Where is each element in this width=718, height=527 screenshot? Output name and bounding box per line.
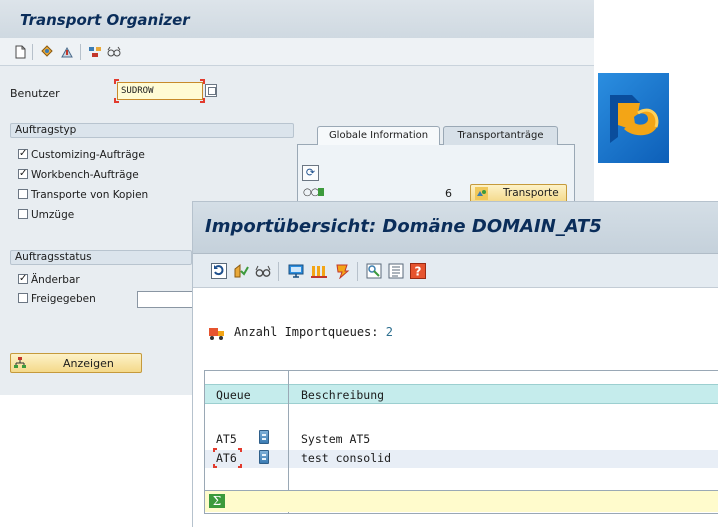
queue-cell[interactable]: AT6 (216, 451, 237, 465)
checkbox-label: Transporte von Kopien (31, 189, 149, 201)
title-bar: Importübersicht: Domäne DOMAIN_AT5 (193, 202, 718, 254)
transport-status-icon: ○○ (303, 187, 325, 198)
server-icon (259, 430, 269, 444)
svg-text:?: ? (415, 265, 422, 279)
refresh-icon[interactable]: ⟳ (302, 165, 319, 181)
sum-icon[interactable]: Σ (209, 494, 225, 508)
tab-global-information[interactable]: Globale Information (317, 126, 440, 145)
focus-corner (213, 448, 217, 452)
checkbox-relocations[interactable]: Umzüge (18, 209, 74, 223)
toolbar: ? (193, 254, 718, 288)
checkbox-modifiable[interactable]: Änderbar (18, 272, 80, 288)
user-label: Benutzer (10, 87, 60, 100)
queue-table: Queue Beschreibung AT5 System AT5 AT6 te… (204, 370, 718, 514)
toolbar (0, 38, 594, 66)
tab-transport-requests[interactable]: Transportanträge (443, 126, 558, 145)
truck-icon (475, 187, 488, 200)
checkbox[interactable] (18, 293, 28, 303)
settings-icon[interactable] (366, 263, 382, 279)
value-help-button[interactable] (205, 84, 217, 97)
focus-corner (213, 464, 217, 468)
hierarchy-icon (14, 357, 26, 368)
application-icon (598, 73, 669, 163)
checkbox-label: Freigegeben (31, 293, 96, 305)
focus-corner (238, 448, 242, 452)
request-status-heading: Auftragsstatus (10, 250, 192, 265)
checkbox[interactable] (18, 189, 28, 199)
checkbox-released[interactable]: Freigegeben (18, 293, 96, 307)
description-cell: test consolid (301, 451, 392, 465)
checkbox-label: Umzüge (31, 209, 75, 221)
server-icon (259, 450, 269, 464)
sum-row: Σ (205, 490, 718, 512)
arrow-logo-icon (610, 95, 659, 143)
table-row-highlight (205, 450, 718, 468)
checkbox-workbench[interactable]: Workbench-Aufträge (18, 167, 139, 183)
refresh-icon[interactable] (211, 263, 227, 279)
toolbar-separator (80, 44, 81, 60)
user-input[interactable]: SUDROW (117, 82, 203, 100)
toolbar-separator (278, 262, 279, 281)
focus-corner (114, 79, 119, 84)
alerts-icon[interactable] (334, 263, 350, 279)
queue-count-label: Anzahl Importqueues: (234, 325, 379, 339)
objects-icon[interactable] (88, 45, 102, 59)
queue-count-line: Anzahl Importqueues: 2 (210, 325, 393, 339)
title-bar: Transport Organizer (0, 0, 594, 38)
table-header-row: Queue Beschreibung (205, 384, 718, 404)
checkbox-copies[interactable]: Transporte von Kopien (18, 189, 148, 203)
new-document-icon[interactable] (13, 45, 27, 59)
transports-count: 6 (445, 187, 452, 200)
glasses-icon[interactable] (255, 263, 271, 279)
checkbox[interactable] (18, 209, 28, 219)
focus-corner (200, 98, 205, 103)
glasses-icon[interactable] (107, 45, 121, 59)
checkbox-label: Customizing-Aufträge (31, 149, 145, 161)
checkbox[interactable] (18, 167, 28, 180)
checkbox[interactable] (18, 272, 28, 285)
toolbar-separator (357, 262, 358, 281)
queue-cell[interactable]: AT5 (216, 432, 237, 446)
toolbar-separator (32, 44, 33, 60)
legend-icon[interactable] (388, 263, 404, 279)
check-queue-icon[interactable] (233, 263, 249, 279)
display-button[interactable]: Anzeigen (10, 353, 142, 373)
display-button-label: Anzeigen (63, 357, 114, 370)
queue-count-value: 2 (385, 325, 393, 339)
transports-button-label: Transporte (503, 187, 559, 199)
window-title: Transport Organizer (20, 11, 190, 29)
description-cell: System AT5 (301, 432, 371, 446)
checkbox-label: Änderbar (31, 274, 80, 286)
transport-icon[interactable] (40, 45, 54, 59)
column-header-queue[interactable]: Queue (216, 388, 251, 402)
column-header-description[interactable]: Beschreibung (301, 388, 384, 402)
focus-corner (238, 464, 242, 468)
system-overview-icon[interactable] (288, 263, 304, 279)
checkbox-label: Workbench-Aufträge (31, 169, 139, 181)
checkbox[interactable] (18, 147, 28, 160)
window-title: Importübersicht: Domäne DOMAIN_AT5 (205, 216, 602, 237)
help-icon[interactable]: ? (410, 263, 426, 279)
statistics-icon[interactable] (311, 263, 327, 279)
checkbox-customizing[interactable]: Customizing-Aufträge (18, 147, 145, 163)
import-icon[interactable] (60, 45, 74, 59)
release-date-field[interactable] (137, 291, 197, 308)
request-type-heading: Auftragstyp (10, 123, 294, 138)
import-overview-window: Importübersicht: Domäne DOMAIN_AT5 ? Anz… (192, 201, 718, 527)
focus-corner (114, 98, 119, 103)
